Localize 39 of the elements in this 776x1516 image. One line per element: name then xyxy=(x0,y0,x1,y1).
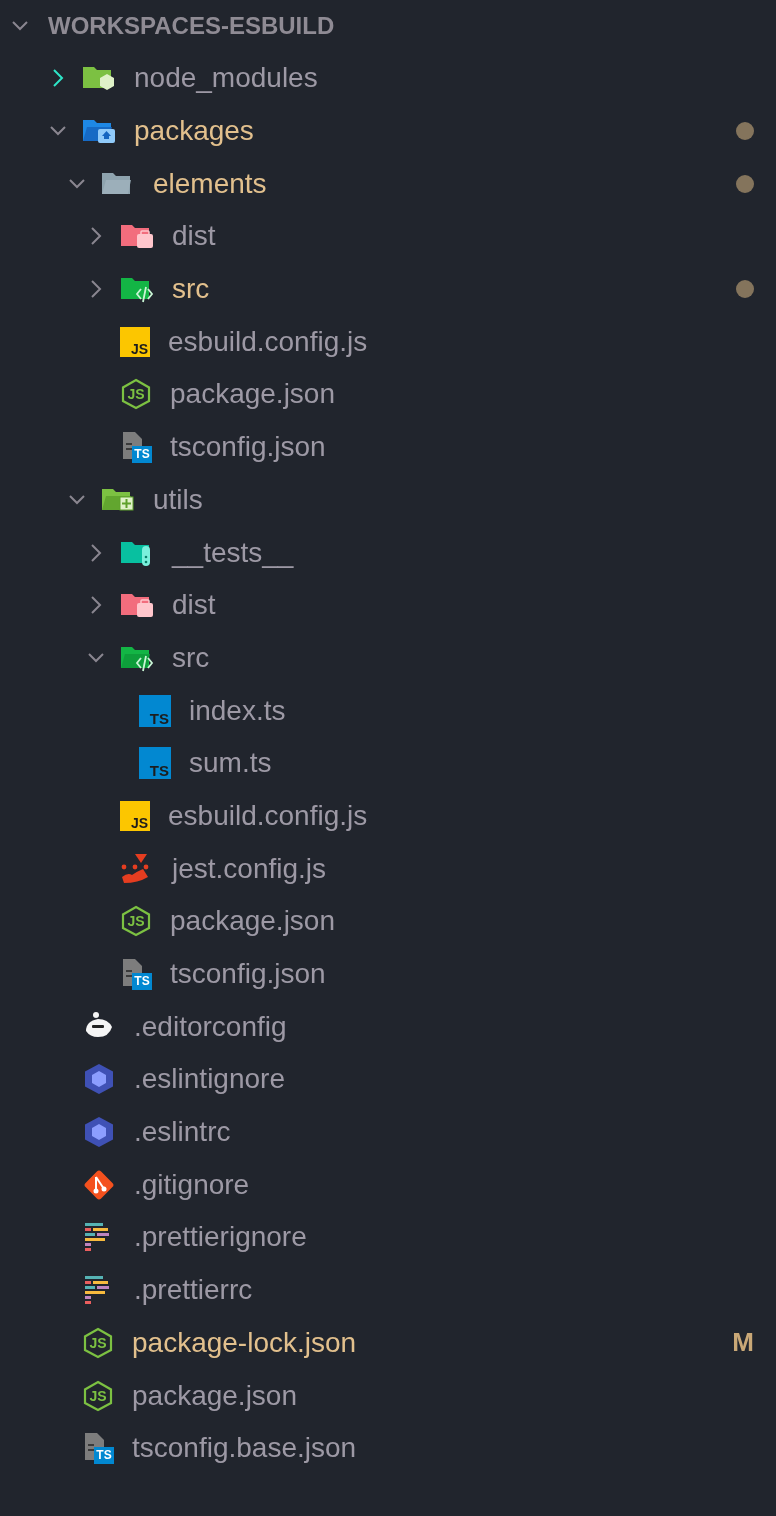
file-name[interactable]: esbuild.config.js xyxy=(168,323,368,360)
folder-name[interactable]: utils xyxy=(153,481,203,518)
ts-file-icon: TS xyxy=(139,694,171,727)
file-name[interactable]: tsconfig.json xyxy=(170,429,326,466)
file-name[interactable]: package-lock.json xyxy=(132,1324,357,1361)
hexagon-file-icon: JS xyxy=(120,905,152,938)
ts-file-icon: TS xyxy=(139,747,171,780)
hexagon-file-icon: JS xyxy=(82,1379,114,1412)
file-name[interactable]: package.json xyxy=(170,903,335,940)
hexagon-icon xyxy=(82,1063,116,1096)
git-status-label: M xyxy=(732,1326,754,1360)
file-name[interactable]: tsconfig.json xyxy=(170,956,326,993)
hexagon-icon xyxy=(82,1116,116,1149)
folder-name[interactable]: src xyxy=(172,639,210,676)
file-name[interactable]: .editorconfig xyxy=(134,1008,287,1045)
file-name[interactable]: package.json xyxy=(170,376,335,413)
file-name[interactable]: jest.config.js xyxy=(172,850,327,887)
hexagon-file-icon: JS xyxy=(120,378,152,411)
js-file-icon: JS xyxy=(120,800,150,831)
folder-name[interactable]: elements xyxy=(153,165,267,202)
file-name[interactable]: index.ts xyxy=(189,692,286,729)
file-name[interactable]: package.json xyxy=(132,1377,297,1414)
file-name[interactable]: esbuild.config.js xyxy=(168,797,368,834)
file-name[interactable]: .prettierrc xyxy=(134,1272,253,1309)
folder-name[interactable]: src xyxy=(172,271,210,308)
file-name[interactable]: .eslintrc xyxy=(134,1114,231,1151)
folder-name[interactable]: dist xyxy=(172,587,216,624)
file-name[interactable]: .prettierignore xyxy=(134,1219,307,1256)
folder-name[interactable]: __tests__ xyxy=(172,534,294,571)
hexagon-file-icon: JS xyxy=(82,1326,114,1359)
js-file-icon: JS xyxy=(120,326,150,357)
file-name[interactable]: .eslintignore xyxy=(134,1061,285,1098)
file-name[interactable]: tsconfig.base.json xyxy=(132,1430,357,1467)
folder-name[interactable]: dist xyxy=(172,218,216,255)
folder-name[interactable]: packages xyxy=(134,113,254,150)
file-name[interactable]: sum.ts xyxy=(189,745,272,782)
workspace-title[interactable]: WORKSPACES-ESBUILD xyxy=(48,8,335,44)
folder-name[interactable]: node_modules xyxy=(134,60,318,97)
file-name[interactable]: .gitignore xyxy=(134,1166,250,1203)
